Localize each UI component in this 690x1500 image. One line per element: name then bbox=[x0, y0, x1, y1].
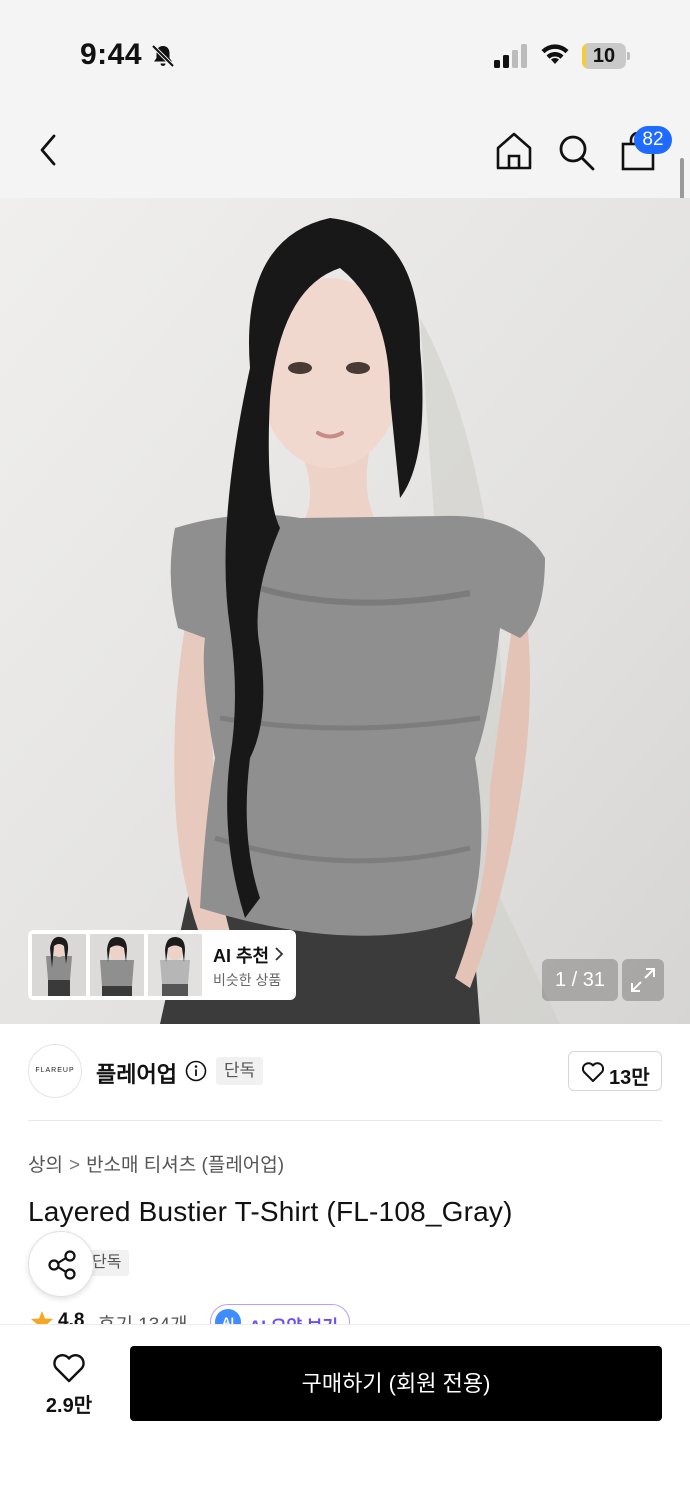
brand-like-count: 13만 bbox=[609, 1067, 650, 1089]
recommend-thumbnail[interactable] bbox=[32, 934, 86, 996]
product-photo bbox=[0, 198, 690, 1024]
battery-level: 10 bbox=[592, 45, 616, 67]
bell-slash-icon bbox=[151, 44, 175, 68]
brand-like-button[interactable]: 13만 bbox=[568, 1051, 662, 1091]
divider bbox=[28, 1120, 662, 1121]
exclusive-badge: 단독 bbox=[216, 1057, 264, 1085]
top-nav-bar: 82 bbox=[0, 100, 690, 198]
signal-icon bbox=[494, 44, 527, 68]
expand-image-button[interactable] bbox=[622, 959, 664, 1001]
ai-recommend-title: AI 추천 bbox=[213, 946, 270, 966]
rating-row: 4.8 후기 134개 AI AI 요약 보기 bbox=[0, 1300, 690, 1324]
back-icon[interactable] bbox=[30, 130, 66, 170]
recommend-thumbnail[interactable] bbox=[90, 934, 144, 996]
wifi-icon bbox=[541, 44, 569, 64]
bottom-action-bar: 2.9만 구매하기 (회원 전용) bbox=[0, 1324, 690, 1500]
ai-recommend-card[interactable]: AI 추천 비슷한 상품 bbox=[28, 930, 296, 1000]
product-title: Layered Bustier T-Shirt (FL-108_Gray) bbox=[28, 1196, 513, 1227]
brand-logo[interactable]: FLAREUP bbox=[28, 1044, 82, 1098]
buy-button[interactable]: 구매하기 (회원 전용) bbox=[130, 1346, 662, 1421]
ai-icon: AI bbox=[215, 1309, 241, 1324]
search-icon[interactable] bbox=[556, 132, 596, 172]
ai-summary-button[interactable]: AI AI 요약 보기 bbox=[210, 1304, 350, 1324]
product-image-gallery[interactable] bbox=[0, 198, 690, 1024]
share-icon bbox=[48, 1250, 76, 1280]
battery-indicator: 10 bbox=[582, 43, 630, 69]
breadcrumb-item-category[interactable]: 상의 bbox=[28, 1155, 63, 1176]
cart-count-badge: 82 bbox=[634, 126, 672, 154]
ai-recommend-subtitle: 비슷한 상품 bbox=[213, 972, 282, 988]
status-time: 9:44 bbox=[80, 38, 143, 71]
info-icon[interactable] bbox=[185, 1060, 207, 1082]
review-count-link[interactable]: 후기 134개 bbox=[98, 1310, 187, 1324]
share-button[interactable] bbox=[28, 1231, 94, 1297]
brand-name[interactable]: 플레어업 bbox=[96, 1057, 177, 1089]
breadcrumb-item-subcategory[interactable]: 반소매 티셔츠 (플레어업) bbox=[86, 1155, 284, 1176]
wishlist-count: 2.9만 bbox=[45, 1395, 93, 1417]
heart-icon bbox=[53, 1354, 85, 1383]
image-page-indicator: 1 / 31 bbox=[542, 959, 618, 1001]
status-bar: 9:44 10 bbox=[0, 0, 690, 100]
expand-icon bbox=[631, 968, 655, 992]
breadcrumb-separator: > bbox=[68, 1155, 81, 1176]
star-icon bbox=[31, 1311, 53, 1324]
chevron-right-icon bbox=[275, 947, 284, 961]
ai-summary-label: AI 요약 보기 bbox=[249, 1312, 338, 1324]
home-icon[interactable] bbox=[494, 130, 534, 172]
heart-icon bbox=[581, 1062, 605, 1082]
breadcrumb: 상의 > 반소매 티셔츠 (플레어업) bbox=[28, 1150, 284, 1177]
recommend-thumbnail[interactable] bbox=[148, 934, 202, 996]
rating-value: 4.8 bbox=[58, 1310, 85, 1324]
wishlist-button[interactable]: 2.9만 bbox=[30, 1349, 108, 1419]
